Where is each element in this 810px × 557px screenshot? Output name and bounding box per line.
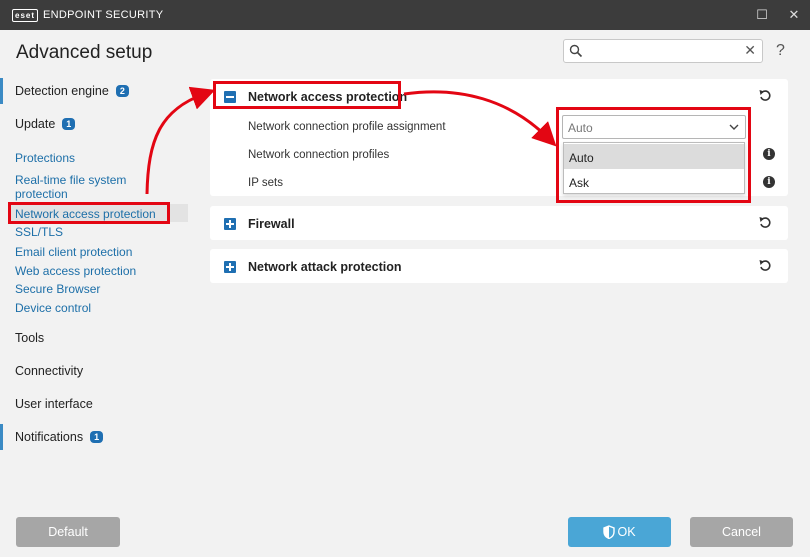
count-badge: 1 (90, 431, 104, 443)
info-icon[interactable]: i (763, 176, 775, 188)
count-badge: 1 (62, 118, 76, 130)
maximize-button[interactable]: ☐ (746, 0, 778, 30)
sidebar-item-user-interface[interactable]: User interface (0, 391, 190, 417)
reset-icon[interactable] (758, 88, 772, 102)
sidebar-item-label: Update (15, 117, 56, 131)
callout-section-header (213, 81, 401, 109)
firewall-panel: Firewall (210, 206, 788, 240)
section-title: Firewall (248, 217, 295, 231)
section-title: Network attack protection (248, 260, 402, 274)
sidebar-item-notifications[interactable]: Notifications 1 (0, 424, 190, 450)
default-button[interactable]: Default (16, 517, 120, 547)
network-attack-protection-header[interactable]: Network attack protection (210, 249, 788, 283)
sidebar-item-secure-browser[interactable]: Secure Browser (15, 282, 100, 296)
setting-label-connection-profiles: Network connection profiles (248, 149, 390, 161)
sidebar-item-email-client-protection[interactable]: Email client protection (15, 245, 132, 259)
sidebar-item-ssl-tls[interactable]: SSL/TLS (15, 225, 63, 239)
expand-icon[interactable] (224, 218, 236, 230)
count-badge: 2 (115, 85, 129, 97)
search-box[interactable]: ✕ (563, 39, 763, 63)
sidebar-item-label: Notifications (15, 430, 84, 444)
expand-icon[interactable] (224, 261, 236, 273)
setting-label-profile-assignment: Network connection profile assignment (248, 121, 446, 133)
ok-button[interactable]: OK (568, 517, 671, 547)
sidebar-item-detection-engine[interactable]: Detection engine 2 (0, 78, 190, 104)
info-icon[interactable]: i (763, 148, 775, 160)
callout-dropdown (556, 107, 751, 203)
sidebar-item-web-access-protection[interactable]: Web access protection (15, 264, 136, 278)
sidebar-item-connectivity[interactable]: Connectivity (0, 358, 190, 384)
close-window-button[interactable]: ✕ (778, 0, 810, 30)
sidebar-item-device-control[interactable]: Device control (15, 301, 91, 315)
callout-sidebar-network-access (8, 202, 170, 224)
sidebar-item-update[interactable]: Update 1 (0, 111, 190, 137)
sidebar: Detection engine 2 Update 1 Protections … (0, 0, 200, 557)
shield-icon (603, 525, 616, 539)
sidebar-item-label: Detection engine (15, 84, 109, 98)
search-input[interactable] (586, 42, 736, 60)
help-icon[interactable]: ? (776, 42, 785, 60)
sidebar-item-protections[interactable]: Protections (15, 151, 75, 165)
cancel-button[interactable]: Cancel (690, 517, 793, 547)
search-icon (569, 44, 583, 58)
sidebar-item-tools[interactable]: Tools (0, 325, 190, 351)
sidebar-item-real-time-file-system-protection[interactable]: Real-time file system protection (15, 173, 155, 201)
setting-label-ip-sets: IP sets (248, 177, 283, 189)
window-controls: ☐ ✕ (746, 0, 810, 30)
ok-button-label: OK (617, 525, 636, 539)
reset-icon[interactable] (758, 215, 772, 229)
network-attack-protection-panel: Network attack protection (210, 249, 788, 283)
reset-icon[interactable] (758, 258, 772, 272)
firewall-header[interactable]: Firewall (210, 206, 788, 240)
close-icon[interactable]: ✕ (744, 42, 756, 59)
